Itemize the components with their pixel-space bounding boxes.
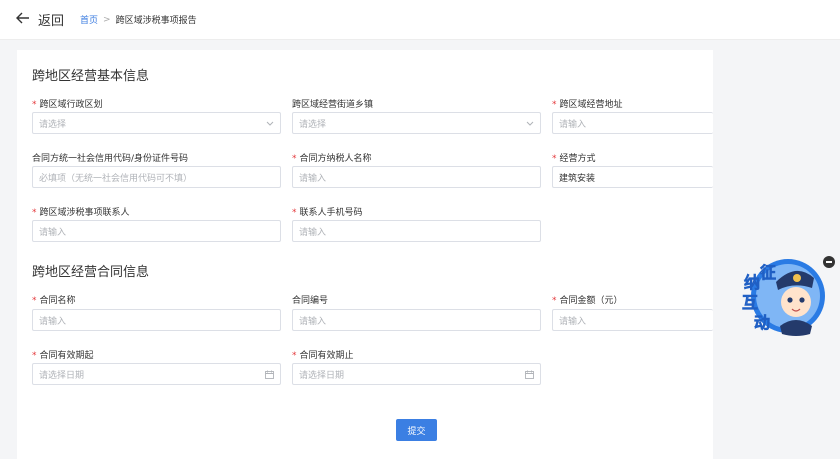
top-bar: 返回 首页 > 跨区域涉税事项报告 [0, 0, 840, 40]
mascot-face [781, 287, 811, 317]
credit-code-input[interactable]: 必填项（无统一社会信用代码可不填） [32, 166, 281, 188]
label-phone: * 联系人手机号码 [292, 208, 363, 218]
back-button[interactable]: 返回 [16, 10, 64, 29]
label-contract-name: * 合同名称 [32, 296, 76, 306]
label-admin-region: * 跨区域行政区划 [32, 100, 103, 110]
label-street-town: 跨区域经营街道乡镇 [292, 100, 374, 110]
breadcrumb: 首页 > 跨区域涉税事项报告 [80, 13, 197, 27]
label-taxpayer-name: * 合同方纳税人名称 [292, 154, 372, 164]
street-town-select[interactable]: 请选择 [292, 112, 541, 134]
chevron-down-icon [526, 121, 534, 126]
submit-button[interactable]: 提交 [396, 419, 437, 441]
minus-circle-icon[interactable] [823, 256, 835, 268]
label-end-date: * 合同有效期止 [292, 351, 354, 361]
mascot-char-3: 互 [742, 293, 758, 312]
arrow-left-icon [16, 12, 30, 27]
contract-amount-input[interactable]: 请输入 [552, 309, 713, 331]
calendar-icon [265, 370, 274, 379]
breadcrumb-current: 跨区域涉税事项报告 [115, 16, 197, 26]
breadcrumb-separator: > [103, 14, 111, 25]
label-contract-number: 合同编号 [292, 296, 329, 306]
section-title-basic: 跨地区经营基本信息 [32, 69, 150, 84]
address-input[interactable]: 请输入 [552, 112, 713, 134]
taxpayer-name-input[interactable]: 请输入 [292, 166, 541, 188]
mascot-eye-left [787, 297, 793, 303]
label-start-date: * 合同有效期起 [32, 351, 94, 361]
label-contract-amount: * 合同金额（元） [552, 296, 623, 306]
contract-number-input[interactable]: 请输入 [292, 309, 541, 331]
label-address: * 跨区域经营地址 [552, 100, 623, 110]
mascot-char-4: 动 [754, 313, 770, 332]
contract-name-input[interactable]: 请输入 [32, 309, 281, 331]
mascot-char-2: 纳 [744, 273, 760, 292]
admin-region-select[interactable]: 请选择 [32, 112, 281, 134]
phone-input[interactable]: 请输入 [292, 220, 541, 242]
interaction-mascot-widget[interactable]: 征 纳 互 动 [736, 248, 828, 340]
breadcrumb-home-link[interactable]: 首页 [80, 13, 98, 26]
chevron-down-icon [266, 121, 274, 126]
required-mark: * [32, 100, 37, 110]
section-title-contract: 跨地区经营合同信息 [32, 265, 150, 280]
label-business-mode: * 经营方式 [552, 154, 596, 164]
form-card: 跨地区经营基本信息 * 跨区域行政区划 请选择 跨区域经营街道乡镇 请选择 * 跨区… [17, 50, 713, 459]
calendar-icon [525, 370, 534, 379]
mascot-eye-right [799, 297, 805, 303]
mascot-badge [793, 274, 801, 282]
contact-input[interactable]: 请输入 [32, 220, 281, 242]
start-date-picker[interactable]: 请选择日期 [32, 363, 281, 385]
label-credit-code: 合同方统一社会信用代码/身份证件号码 [32, 154, 189, 164]
back-label: 返回 [38, 14, 65, 29]
label-contact: * 跨区域涉税事项联系人 [32, 208, 130, 218]
end-date-picker[interactable]: 请选择日期 [292, 363, 541, 385]
mascot-char-1: 征 [760, 263, 776, 282]
business-mode-input[interactable]: 建筑安装 [552, 166, 713, 188]
